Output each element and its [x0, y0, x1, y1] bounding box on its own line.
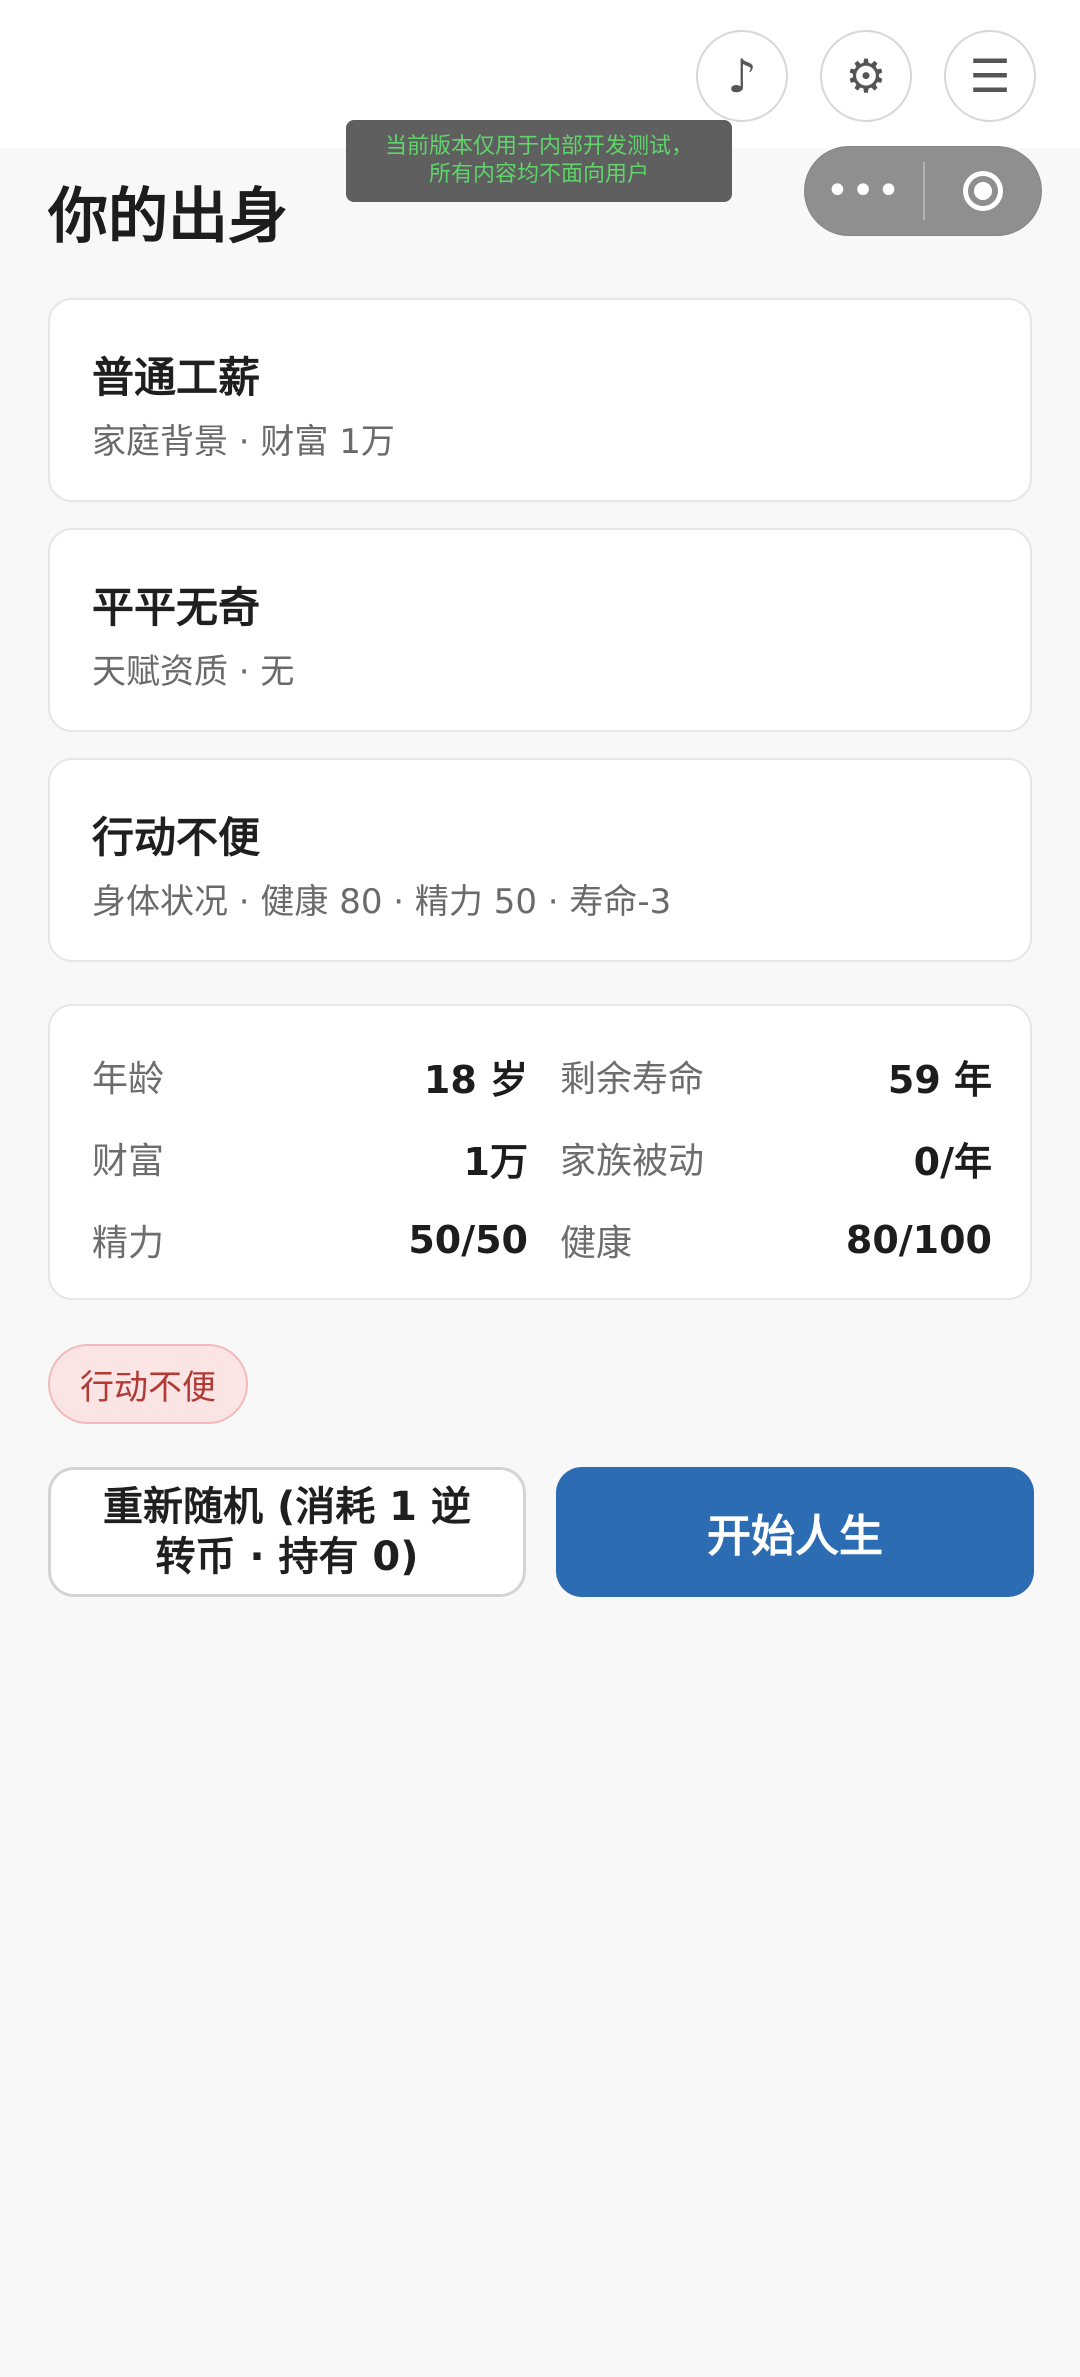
target-circle-icon: [963, 171, 1003, 211]
origin-card-family: 普通工薪 家庭背景 · 财富 1万: [48, 298, 1032, 502]
stat-energy: 精力 50/50: [92, 1210, 528, 1270]
origin-card-subtitle: 天赋资质 · 无: [92, 652, 295, 692]
origin-card-title: 平平无奇: [92, 583, 261, 632]
stat-value: 80/100: [845, 1218, 992, 1262]
stat-label: 家族被动: [560, 1141, 705, 1182]
stat-label: 剩余寿命: [560, 1059, 705, 1100]
close-miniprogram-button[interactable]: [925, 147, 1041, 235]
origin-card-subtitle: 家庭背景 · 财富 1万: [92, 422, 395, 462]
stat-value: 59 年: [887, 1057, 992, 1102]
status-badge-immobile: 行动不便: [48, 1344, 248, 1424]
stat-value: 50/50: [408, 1218, 528, 1262]
music-icon[interactable]: ♪: [696, 30, 788, 122]
origin-card-title: 行动不便: [92, 813, 261, 862]
target-dot: [974, 182, 992, 200]
more-options-icon[interactable]: •••: [805, 147, 923, 235]
origin-card-talent: 平平无奇 天赋资质 · 无: [48, 528, 1032, 732]
start-life-button[interactable]: 开始人生: [556, 1467, 1034, 1597]
dev-banner-line-1: 当前版本仅用于内部开发测试，: [384, 134, 693, 159]
stat-remaining-life: 剩余寿命 59 年: [560, 1046, 992, 1106]
origin-card-body: 行动不便 身体状况 · 健康 80 · 精力 50 · 寿命-3: [48, 758, 1032, 962]
stat-value: 0/年: [913, 1139, 992, 1184]
stat-value: 1万: [463, 1139, 528, 1184]
stat-label: 年龄: [92, 1059, 165, 1100]
stats-card: 年龄 18 岁 剩余寿命 59 年 财富 1万 家族被动 0/年 精力 50/5…: [48, 1004, 1032, 1300]
dev-test-banner: 当前版本仅用于内部开发测试， 所有内容均不面向用户: [346, 120, 732, 202]
origin-card-title: 普通工薪: [92, 353, 261, 402]
origin-card-subtitle: 身体状况 · 健康 80 · 精力 50 · 寿命-3: [92, 882, 672, 922]
stat-value: 18 岁: [423, 1057, 528, 1102]
page-title: 你的出身: [48, 182, 288, 252]
stat-label: 精力: [92, 1223, 165, 1264]
stat-label: 财富: [92, 1141, 165, 1182]
stat-age: 年龄 18 岁: [92, 1046, 528, 1106]
menu-icon[interactable]: ☰: [944, 30, 1036, 122]
dev-banner-line-2: 所有内容均不面向用户: [428, 162, 649, 187]
stat-family-passive: 家族被动 0/年: [560, 1128, 992, 1188]
miniprogram-capsule: •••: [804, 146, 1042, 236]
stat-wealth: 财富 1万: [92, 1128, 528, 1188]
stat-health: 健康 80/100: [560, 1210, 992, 1270]
reroll-button[interactable]: 重新随机 (消耗 1 逆转币 · 持有 0): [48, 1467, 526, 1597]
settings-icon[interactable]: ⚙: [820, 30, 912, 122]
stat-label: 健康: [560, 1223, 633, 1264]
